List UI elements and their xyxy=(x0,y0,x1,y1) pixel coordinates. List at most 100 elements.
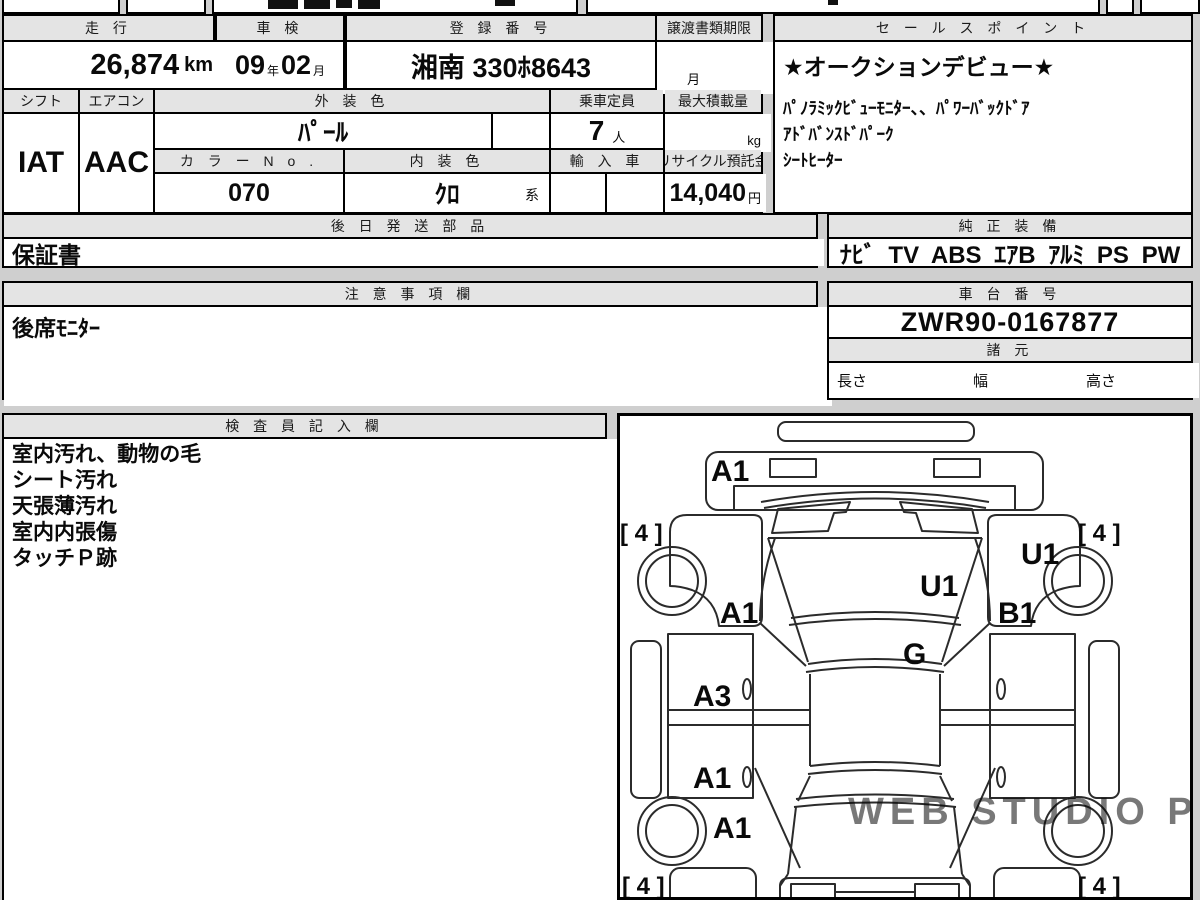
cutoff-row-cell xyxy=(2,0,120,14)
damage-mark-a1-front-door: A1 xyxy=(720,597,758,630)
rocker-right-shape xyxy=(1088,640,1120,799)
rear-bumper-center-shape xyxy=(779,877,971,897)
chassis-number-header: 車 台 番 号 xyxy=(829,283,1191,305)
import-value-cell xyxy=(607,174,663,212)
shift-header: シフト xyxy=(4,90,78,112)
inspector-note-line: タッチＰ跡 xyxy=(12,547,117,570)
tread-depth-rear-right: [ 4 ] xyxy=(1078,873,1121,897)
sales-point-line: ★オークションデビュー★ xyxy=(783,54,1055,80)
interior-color-header: 内 装 色 xyxy=(345,150,549,172)
rocker-left-shape xyxy=(630,640,662,799)
tread-depth-rear-left: [ 4 ] xyxy=(622,873,665,897)
caution-notes-panel: 注 意 事 項 欄 後席ﾓﾆﾀｰ xyxy=(2,281,832,406)
mileage-value: 26,874 km xyxy=(4,42,221,88)
shaken-header: 車 検 xyxy=(217,16,343,40)
cutoff-text-fragment xyxy=(358,0,380,9)
front-bumper-shape xyxy=(705,451,1044,511)
later-shipped-parts-value: 保証書 xyxy=(4,239,824,266)
later-shipped-parts-header: 後 日 発 送 部 品 xyxy=(4,215,816,237)
cutoff-text-fragment xyxy=(304,0,330,9)
interior-color-value: ｸﾛ 系 xyxy=(345,174,549,212)
auction-sheet: 走 行 車 検 登 録 番 号 譲渡書類期限 26,874 km 09 年 02… xyxy=(0,0,1200,900)
interior-color-suffix: 系 xyxy=(525,187,539,203)
registration-header: 登 録 番 号 xyxy=(347,16,655,40)
door-handle-mark xyxy=(996,678,1006,700)
mileage-header: 走 行 xyxy=(4,16,213,40)
damage-mark-a1-rear-quarter: A1 xyxy=(713,812,751,845)
inspector-notes-panel: 検 査 員 記 入 欄 室内汚れ、動物の毛 シート汚れ 天張薄汚れ 室内内張傷 … xyxy=(2,413,621,900)
later-shipped-parts-panel: 後 日 発 送 部 品 保証書 xyxy=(2,213,824,268)
damage-mark-b1-right-quarter: B1 xyxy=(998,597,1036,630)
door-handle-mark xyxy=(996,766,1006,788)
registration-value: 湘南 330ﾎ8643 xyxy=(347,42,655,88)
recycle-deposit-value: 14,040 円 xyxy=(665,174,766,212)
color-no-header: カ ラ ー N o . xyxy=(155,150,343,172)
wheel-rear-left xyxy=(637,796,707,866)
equipment-panel: 純 正 装 備 ﾅﾋﾞ TV ABS ｴｱB ｱﾙﾐ PS PW xyxy=(827,213,1193,268)
spec-length-cell: 長さ xyxy=(829,363,971,398)
sales-points-body: ★オークションデビュー★ ﾊﾟﾉﾗﾐｯｸﾋﾞｭｰﾓﾆﾀｰ、、ﾊﾟﾜｰﾊﾞｯｸﾄﾞ… xyxy=(775,42,1191,212)
damage-mark-u1-right-fender: U1 xyxy=(1021,538,1059,571)
cutoff-text-fragment xyxy=(495,0,515,6)
exterior-color-header: 外 装 色 xyxy=(155,90,549,112)
specs-header: 諸 元 xyxy=(829,339,1191,361)
cutoff-row-cell xyxy=(126,0,206,14)
sales-point-line: ｱﾄﾞﾊﾞﾝｽﾄﾞﾊﾟｰｸ xyxy=(783,125,894,144)
shift-value: IAT xyxy=(4,114,78,212)
headlight-left-shape xyxy=(771,501,851,534)
color-no-value: 070 xyxy=(155,174,343,212)
cutoff-text-fragment xyxy=(828,0,838,5)
door-handle-mark xyxy=(742,678,752,700)
rear-bumper-right-shape xyxy=(993,867,1081,900)
tread-depth-front-right: [ 4 ] xyxy=(1078,520,1121,547)
damage-mark-a1-front-bumper: A1 xyxy=(711,455,749,488)
exterior-color-extra-cell xyxy=(493,114,549,148)
transfer-docs-header: 譲渡書類期限 xyxy=(657,16,761,40)
capacity-value: 7 人 xyxy=(551,114,663,148)
damage-diagram-panel: WEB STUDIO PRO A1 [ 4 ] [ 4 ] U1 U1 A1 B… xyxy=(617,413,1200,900)
rear-bumper-left-shape xyxy=(669,867,757,900)
equipment-value: ﾅﾋﾞ TV ABS ｴｱB ｱﾙﾐ PS PW xyxy=(829,239,1191,266)
equipment-header: 純 正 装 備 xyxy=(829,215,1191,237)
damage-mark-a3-slide-door: A3 xyxy=(693,680,731,713)
vehicle-info-table: 走 行 車 検 登 録 番 号 譲渡書類期限 26,874 km 09 年 02… xyxy=(2,14,807,214)
recycle-deposit-header: リサイクル預託金 xyxy=(665,150,761,172)
cutoff-row-cell xyxy=(212,0,578,14)
inspector-note-line: 室内内張傷 xyxy=(12,521,117,544)
watermark-text: WEB STUDIO PRO xyxy=(848,791,1190,833)
cutoff-row-cell xyxy=(1140,0,1200,14)
car-outline-diagram: WEB STUDIO PRO A1 [ 4 ] [ 4 ] U1 U1 A1 B… xyxy=(620,421,1200,900)
exterior-color-value: ﾊﾟｰﾙ xyxy=(155,114,491,148)
caution-notes-header: 注 意 事 項 欄 xyxy=(4,283,816,305)
capacity-header: 乗車定員 xyxy=(551,90,663,112)
damage-mark-g-roof: G xyxy=(903,638,926,671)
aircon-value: AAC xyxy=(80,114,153,212)
damage-mark-u1-windshield: U1 xyxy=(920,570,958,603)
cutoff-row-cell xyxy=(586,0,1100,14)
sales-point-line: ｼｰﾄﾋｰﾀｰ xyxy=(783,151,843,170)
inspector-notes-body: 室内汚れ、動物の毛 シート汚れ 天張薄汚れ 室内内張傷 タッチＰ跡 xyxy=(4,439,621,900)
import-header: 輸 入 車 xyxy=(551,150,663,172)
inspector-note-line: シート汚れ xyxy=(12,469,117,492)
front-lip-shape xyxy=(777,421,975,442)
caution-notes-value: 後席ﾓﾆﾀｰ xyxy=(4,307,832,406)
payload-header: 最大積載量 xyxy=(665,90,761,112)
import-value-cell xyxy=(551,174,605,212)
wheel-front-left xyxy=(637,546,707,616)
damage-mark-a1-rear-door: A1 xyxy=(693,762,731,795)
inspector-note-line: 天張薄汚れ xyxy=(12,495,117,518)
cutoff-row-cell xyxy=(1106,0,1134,14)
cutoff-text-fragment xyxy=(336,0,352,8)
tread-depth-front-left: [ 4 ] xyxy=(620,520,663,547)
chassis-specs-panel: 車 台 番 号 ZWR90-0167877 諸 元 長さ 幅 高さ xyxy=(827,281,1199,400)
doors-right-shape xyxy=(989,633,1076,799)
aircon-header: エアコン xyxy=(80,90,153,112)
door-handle-mark xyxy=(742,766,752,788)
sales-points-panel: セ ー ル ス ポ イ ン ト ★オークションデビュー★ ﾊﾟﾉﾗﾐｯｸﾋﾞｭｰ… xyxy=(773,14,1193,214)
cutoff-text-fragment xyxy=(268,0,298,9)
sales-points-header: セ ー ル ス ポ イ ン ト xyxy=(775,16,1191,40)
payload-value: kg xyxy=(665,114,771,152)
headlight-right-shape xyxy=(899,501,979,534)
sales-point-line: ﾊﾟﾉﾗﾐｯｸﾋﾞｭｰﾓﾆﾀｰ、、ﾊﾟﾜｰﾊﾞｯｸﾄﾞｱ xyxy=(783,99,1030,118)
chassis-number-value: ZWR90-0167877 xyxy=(829,307,1191,337)
